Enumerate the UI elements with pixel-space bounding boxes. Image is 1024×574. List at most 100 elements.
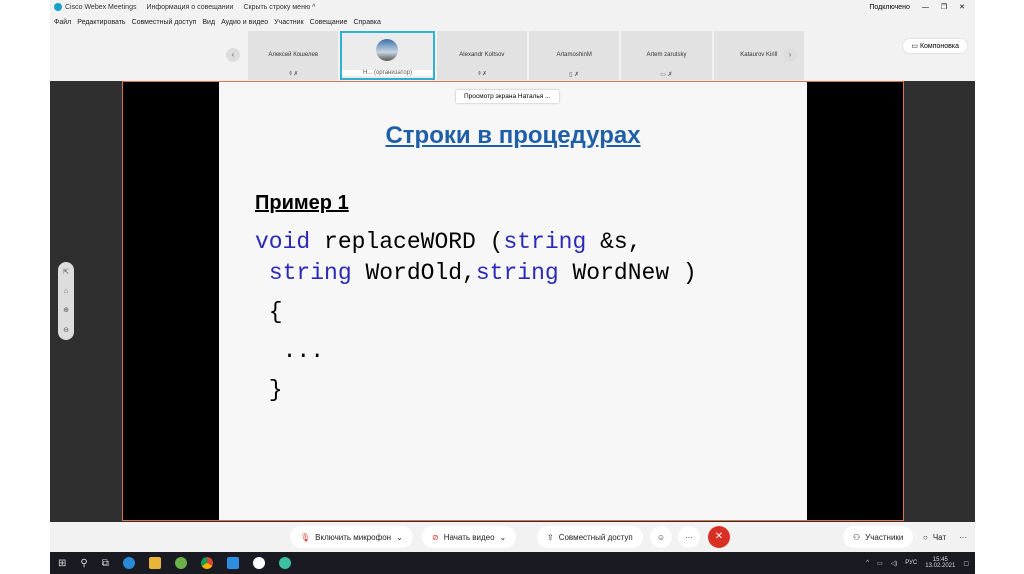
- avatar: [376, 39, 399, 61]
- prev-participants-button[interactable]: ‹: [226, 48, 240, 62]
- start-video-label: Начать видео: [443, 532, 495, 542]
- participant-name: ArtamoshinM: [556, 52, 592, 58]
- search-icon[interactable]: ⚲: [80, 558, 87, 569]
- tray-expand-icon[interactable]: ^: [866, 560, 869, 566]
- close-button[interactable]: ✕: [959, 3, 965, 11]
- menu-view[interactable]: Вид: [202, 19, 215, 26]
- windows-taskbar: ⊞ ⚲ ⧉ ^ ▭ ◁) РУС 15:45 13.02.2021 ▢: [50, 552, 975, 574]
- zoom-controls: ⇱ ⌂ ⊕ ⊖: [58, 262, 74, 340]
- more-options-button[interactable]: ···: [678, 526, 700, 548]
- title-bar: Cisco Webex Meetings Информация о совеща…: [50, 0, 975, 14]
- system-tray: ^ ▭ ◁) РУС 15:45 13.02.2021 ▢: [866, 552, 969, 574]
- webex-taskbar-icon[interactable]: [278, 557, 291, 569]
- menu-edit[interactable]: Редактировать: [77, 19, 125, 26]
- unmute-button[interactable]: 🎙 Включить микрофон ⌄: [290, 526, 413, 548]
- menu-help[interactable]: Справка: [353, 19, 380, 26]
- code-line: ...: [255, 338, 325, 364]
- participant-status: ⌽ ✗: [288, 71, 298, 77]
- more-panels-button[interactable]: ···: [959, 533, 967, 542]
- layout-icon: ▭: [911, 43, 920, 50]
- language-indicator[interactable]: РУС: [905, 560, 917, 566]
- chevron-down-icon[interactable]: ⌄: [500, 533, 507, 542]
- share-button[interactable]: ⇪ Совместный доступ: [537, 526, 643, 548]
- volume-icon[interactable]: ◁): [891, 560, 898, 567]
- unmute-label: Включить микрофон: [315, 532, 392, 542]
- leave-meeting-button[interactable]: ✕: [708, 526, 730, 548]
- connection-status: Подключено: [869, 3, 910, 11]
- code-keyword: string: [475, 260, 559, 286]
- participants-icon: ⚇: [853, 532, 861, 542]
- chat-button[interactable]: ○ Чат ···: [913, 526, 977, 548]
- mail-icon[interactable]: [226, 557, 239, 569]
- file-explorer-icon[interactable]: [148, 557, 161, 569]
- code-keyword: void: [255, 229, 311, 255]
- fit-icon[interactable]: ⇱: [63, 268, 69, 276]
- zoom-in-icon[interactable]: ⊕: [63, 306, 69, 314]
- maximize-button[interactable]: ❐: [941, 3, 947, 11]
- slide: Просмотр экрана Наталья ... Строки в про…: [219, 82, 807, 520]
- code-text: WordOld,: [351, 260, 476, 286]
- chrome-icon[interactable]: [200, 557, 213, 569]
- windows-start-icon[interactable]: ⊞: [58, 558, 66, 569]
- share-label: Совместный доступ: [558, 532, 633, 542]
- participant-tile-host[interactable]: Н... (организатор): [340, 31, 435, 80]
- mic-muted-icon: 🎙: [300, 532, 311, 542]
- webex-window: Cisco Webex Meetings Информация о совеща…: [50, 0, 975, 574]
- notifications-icon[interactable]: ▢: [963, 560, 969, 567]
- share-icon: ⇪: [547, 532, 554, 542]
- code-text: &s,: [586, 229, 642, 255]
- meeting-info-button[interactable]: Информация о совещании: [146, 4, 233, 11]
- participant-status: ⌽ ✗: [477, 71, 487, 77]
- app-name: Cisco Webex Meetings: [65, 3, 137, 11]
- slide-title: Строки в процедурах: [385, 122, 641, 149]
- code-keyword: string: [503, 229, 587, 255]
- webex-logo-icon: [54, 3, 62, 11]
- participant-name: Alexandr Koltsov: [459, 52, 505, 58]
- participant-tile[interactable]: ArtamoshinM ▯ ✗: [528, 31, 620, 80]
- next-participants-button[interactable]: ›: [783, 48, 797, 62]
- yandex-browser-icon[interactable]: [252, 557, 265, 569]
- code-keyword: string: [268, 260, 352, 286]
- chat-icon: ○: [923, 532, 928, 542]
- meeting-controls: 🎙 Включить микрофон ⌄ ⊘ Начать видео ⌄ ⇪ Совм…: [50, 522, 975, 552]
- participant-strip: Алексей Кошелев ⌽ ✗ Н... (организатор) Al…: [248, 31, 804, 80]
- hide-menu-button[interactable]: Скрыть строку меню ^: [243, 4, 315, 11]
- code-line: {: [255, 299, 283, 325]
- layout-button[interactable]: ▭ Компоновка: [903, 39, 967, 53]
- participant-name: Artem zarutsky: [646, 52, 687, 58]
- clock[interactable]: 15:45 13.02.2021: [925, 557, 955, 569]
- participant-tile[interactable]: Алексей Кошелев ⌽ ✗: [248, 31, 339, 80]
- chevron-down-icon[interactable]: ⌄: [396, 533, 403, 542]
- menu-share[interactable]: Совместный доступ: [132, 19, 197, 26]
- home-icon[interactable]: ⌂: [64, 288, 68, 295]
- code-text: WordNew ): [558, 260, 697, 286]
- task-view-icon[interactable]: ⧉: [102, 558, 109, 569]
- start-video-button[interactable]: ⊘ Начать видео ⌄: [422, 526, 517, 548]
- chat-label: Чат: [932, 532, 947, 542]
- viewing-banner[interactable]: Просмотр экрана Наталья ...: [456, 90, 559, 103]
- participants-button[interactable]: ⚇ Участники: [843, 526, 914, 548]
- menu-file[interactable]: Файл: [54, 19, 71, 26]
- video-off-icon: ⊘: [432, 532, 439, 542]
- participant-status: ▭ ✗: [660, 72, 673, 78]
- network-icon[interactable]: ▭: [877, 560, 883, 567]
- menu-bar: Файл Редактировать Совместный доступ Вид…: [54, 15, 381, 29]
- reactions-button[interactable]: ☺: [650, 526, 672, 548]
- participant-tile[interactable]: Artem zarutsky ▭ ✗: [621, 31, 712, 80]
- code-line: string WordOld,string WordNew ): [255, 258, 697, 289]
- utorrent-icon[interactable]: [174, 557, 187, 569]
- participant-name: Алексей Кошелев: [268, 52, 319, 58]
- minimize-button[interactable]: —: [922, 4, 929, 11]
- menu-participant[interactable]: Участник: [274, 19, 304, 26]
- example-heading: Пример 1: [255, 192, 349, 214]
- participants-label: Участники: [865, 532, 904, 542]
- participant-tile[interactable]: Alexandr Koltsov ⌽ ✗: [436, 31, 527, 80]
- edge-icon[interactable]: [122, 557, 135, 569]
- menu-audio-video[interactable]: Аудио и видео: [221, 19, 268, 26]
- code-block: void replaceWORD (string &s, string Word…: [255, 227, 697, 406]
- video-stage: Просмотр экрана Наталья ... Строки в про…: [50, 81, 975, 522]
- zoom-out-icon[interactable]: ⊖: [63, 326, 69, 334]
- menu-meeting[interactable]: Совещание: [310, 19, 348, 26]
- code-text: replaceWORD (: [310, 229, 504, 255]
